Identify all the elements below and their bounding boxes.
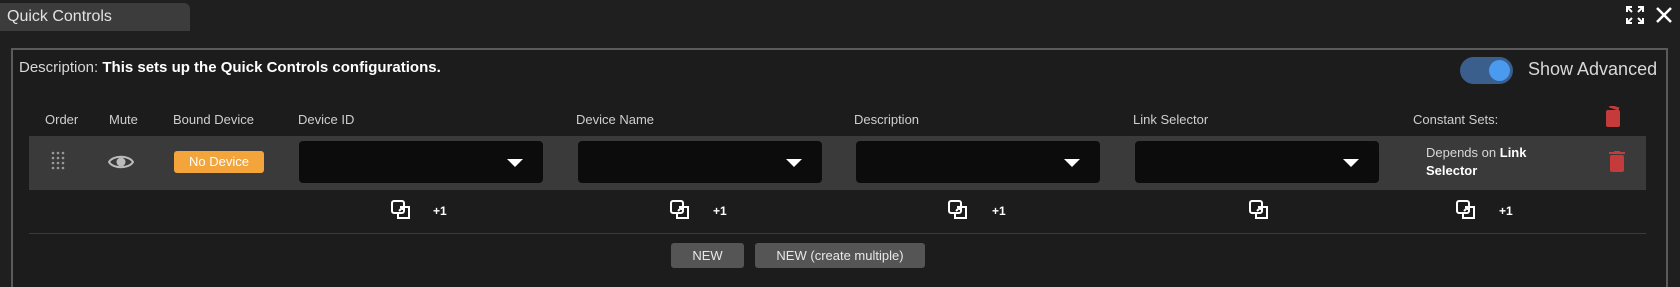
column-header-bound-device: Bound Device: [173, 112, 254, 127]
chevron-down-icon: [786, 159, 802, 167]
description-text: This sets up the Quick Controls configur…: [102, 59, 441, 76]
show-advanced-label: Show Advanced: [1528, 59, 1658, 79]
plus-one-device-id[interactable]: +1: [433, 204, 447, 218]
column-header-mute: Mute: [109, 112, 138, 127]
copy-icon[interactable]: [948, 200, 968, 225]
bound-device-badge[interactable]: No Device: [174, 151, 264, 173]
column-header-constant-sets: Constant Sets:: [1413, 112, 1499, 127]
description-line: Description: This sets up the Quick Cont…: [19, 59, 441, 76]
device-name-dropdown[interactable]: [578, 141, 822, 183]
drag-handle-icon[interactable]: [51, 150, 65, 177]
chevron-down-icon: [1343, 159, 1359, 167]
table-row: No Device Depends on Link Selector: [29, 136, 1646, 190]
plus-one-description[interactable]: +1: [992, 204, 1006, 218]
column-header-device-name: Device Name: [576, 112, 655, 127]
tab-bar: Quick Controls: [0, 0, 1680, 32]
link-selector-dropdown[interactable]: [1135, 141, 1379, 183]
description-dropdown[interactable]: [856, 141, 1100, 183]
eye-icon[interactable]: [107, 153, 135, 176]
device-id-dropdown[interactable]: [299, 141, 543, 183]
copy-icon[interactable]: [391, 200, 411, 225]
divider: [29, 233, 1646, 234]
new-create-multiple-button[interactable]: NEW (create multiple): [755, 243, 925, 268]
column-header-device-id: Device ID: [298, 112, 355, 127]
constant-sets-prefix: Depends on: [1426, 145, 1497, 160]
close-icon[interactable]: [1653, 4, 1675, 26]
chevron-down-icon: [507, 159, 523, 167]
chevron-down-icon: [1064, 159, 1080, 167]
expand-icon[interactable]: [1624, 4, 1646, 26]
column-header-link-selector: Link Selector: [1133, 112, 1209, 127]
description-label: Description:: [19, 59, 99, 76]
show-advanced-toggle[interactable]: [1460, 57, 1513, 84]
new-button[interactable]: NEW: [671, 243, 744, 268]
tab-quick-controls[interactable]: Quick Controls: [0, 3, 190, 31]
constant-sets-text: Depends on Link Selector: [1426, 144, 1526, 180]
trash-icon[interactable]: [1609, 151, 1625, 178]
toggle-knob: [1489, 60, 1510, 81]
copy-icon[interactable]: [1456, 200, 1476, 225]
plus-one-constant-sets[interactable]: +1: [1499, 204, 1513, 218]
quick-controls-panel: Description: This sets up the Quick Cont…: [11, 48, 1668, 287]
trash-icon[interactable]: [1605, 104, 1621, 133]
copy-icon[interactable]: [670, 200, 690, 225]
column-header-order: Order: [45, 112, 79, 127]
constant-sets-suffix: Selector: [1426, 163, 1478, 178]
copy-icon[interactable]: [1249, 200, 1269, 225]
constant-sets-link: Link: [1499, 145, 1527, 160]
column-header-description: Description: [854, 112, 920, 127]
plus-one-device-name[interactable]: +1: [713, 204, 727, 218]
